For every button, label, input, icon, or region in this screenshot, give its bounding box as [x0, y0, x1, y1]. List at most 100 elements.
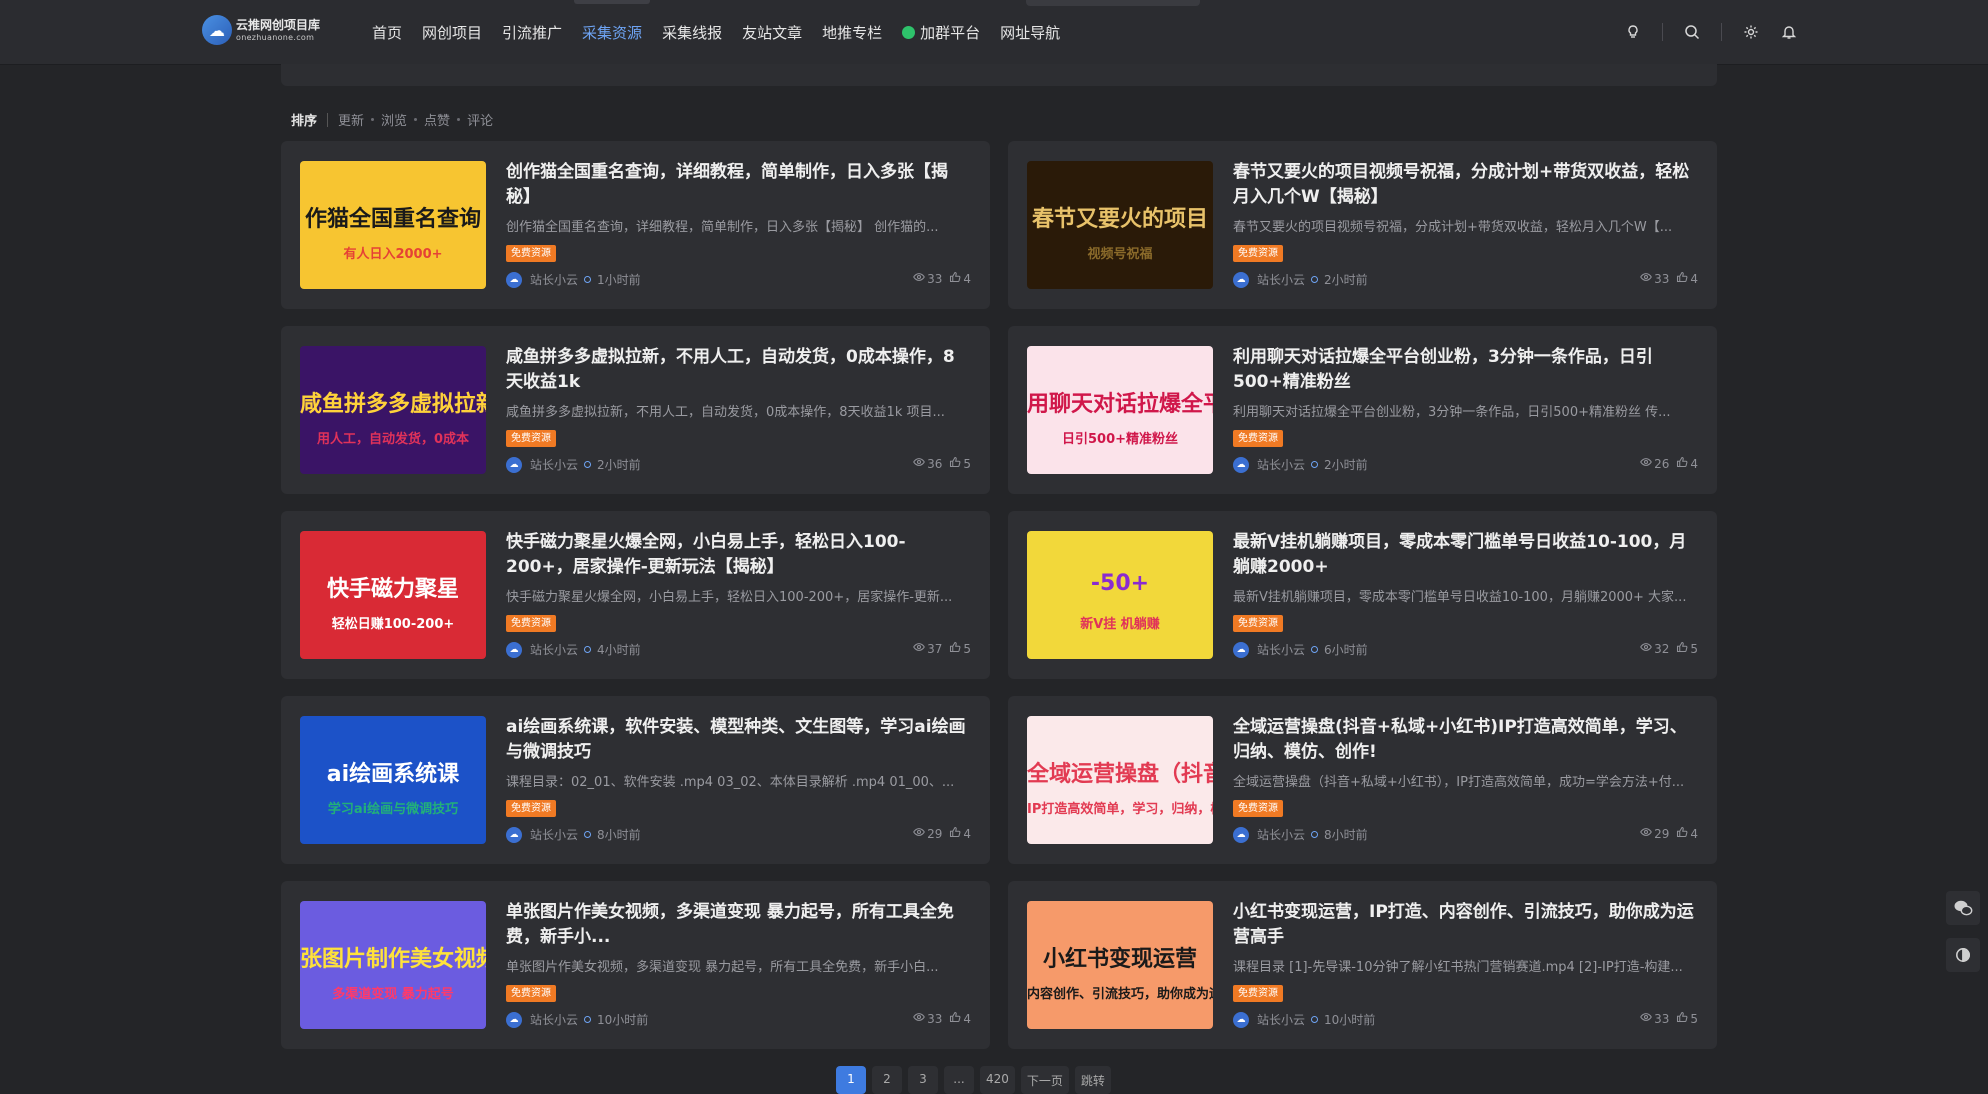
thumbs-up-icon[interactable]: [949, 1011, 961, 1026]
author-name[interactable]: 站长小云: [530, 1011, 578, 1028]
page-button[interactable]: 下一页: [1020, 1066, 1069, 1094]
author-avatar[interactable]: ☁: [1233, 826, 1249, 843]
post-thumbnail[interactable]: 作猫全国重名查询 有人日入2000+: [300, 161, 486, 289]
sort-option-update[interactable]: 更新: [338, 110, 364, 129]
post-card[interactable]: -50+ 新V挂 机躺赚 最新V挂机躺赚项目，零成本零门槛单号日收益10-100…: [1008, 511, 1717, 679]
post-title[interactable]: 最新V挂机躺赚项目，零成本零门槛单号日收益10-100，月躺赚2000+: [1233, 530, 1698, 580]
post-stats: 36 5: [913, 456, 971, 471]
post-title[interactable]: ai绘画系统课，软件安装、模型种类、文生图等，学习ai绘画与微调技巧: [506, 715, 971, 765]
post-card[interactable]: ai绘画系统课 学习ai绘画与微调技巧 ai绘画系统课，软件安装、模型种类、文生…: [281, 696, 990, 864]
search-dropdown-tab[interactable]: [1026, 0, 1200, 6]
thumbs-up-icon[interactable]: [1676, 1011, 1688, 1026]
post-thumbnail[interactable]: 春节又要火的项目 视频号祝福: [1027, 161, 1213, 289]
post-card[interactable]: 春节又要火的项目 视频号祝福 春节又要火的项目视频号祝福，分成计划+带货双收益，…: [1008, 141, 1717, 309]
author-name[interactable]: 站长小云: [1257, 1011, 1305, 1028]
post-card[interactable]: 用聊天对话拉爆全平台创业 日引500+精准粉丝 利用聊天对话拉爆全平台创业粉，3…: [1008, 326, 1717, 494]
post-card[interactable]: 作猫全国重名查询 有人日入2000+ 创作猫全国重名查询，详细教程，简单制作，日…: [281, 141, 990, 309]
category-badge[interactable]: 免费资源: [1233, 800, 1283, 817]
author-avatar[interactable]: ☁: [1233, 641, 1249, 658]
search-icon[interactable]: [1683, 23, 1701, 41]
category-badge[interactable]: 免费资源: [1233, 985, 1283, 1002]
author-avatar[interactable]: ☁: [506, 641, 522, 658]
post-card[interactable]: 全域运营操盘（抖音+私域+小红书） IP打造高效简单，学习，归纳，模仿，创作! …: [1008, 696, 1717, 864]
author-avatar[interactable]: ☁: [1233, 271, 1249, 288]
page-current[interactable]: 1: [836, 1066, 866, 1094]
page-button[interactable]: ...: [944, 1066, 974, 1094]
author-name[interactable]: 站长小云: [530, 826, 578, 843]
thumbs-up-icon[interactable]: [949, 826, 961, 841]
post-title[interactable]: 快手磁力聚星火爆全网，小白易上手，轻松日入100-200+，居家操作-更新玩法【…: [506, 530, 971, 580]
nav-item-4[interactable]: 采集线报: [662, 0, 722, 64]
author-name[interactable]: 站长小云: [1257, 641, 1305, 658]
post-title[interactable]: 利用聊天对话拉爆全平台创业粉，3分钟一条作品，日引500+精准粉丝: [1233, 345, 1698, 395]
site-logo[interactable]: ☁ 云推网创项目库 onezhuanone.com: [202, 15, 320, 45]
theme-icon[interactable]: [1946, 938, 1980, 972]
post-thumbnail[interactable]: 全域运营操盘（抖音+私域+小红书） IP打造高效简单，学习，归纳，模仿，创作!: [1027, 716, 1213, 844]
author-name[interactable]: 站长小云: [1257, 826, 1305, 843]
page-button[interactable]: 3: [908, 1066, 938, 1094]
category-badge[interactable]: 免费资源: [506, 615, 556, 632]
post-thumbnail[interactable]: 张图片制作美女视频 多渠道变现 暴力起号: [300, 901, 486, 1029]
author-avatar[interactable]: ☁: [506, 826, 522, 843]
nav-item-7[interactable]: 加群平台: [902, 0, 980, 64]
page-button[interactable]: 2: [872, 1066, 902, 1094]
wechat-icon[interactable]: [1946, 891, 1980, 925]
post-thumbnail[interactable]: -50+ 新V挂 机躺赚: [1027, 531, 1213, 659]
nav-item-1[interactable]: 网创项目: [422, 0, 482, 64]
thumbs-up-icon[interactable]: [1676, 826, 1688, 841]
author-name[interactable]: 站长小云: [1257, 271, 1305, 288]
post-title[interactable]: 小红书变现运营，IP打造、内容创作、引流技巧，助你成为运营高手: [1233, 900, 1698, 950]
nav-item-6[interactable]: 地推专栏: [822, 0, 882, 64]
thumbs-up-icon[interactable]: [949, 456, 961, 471]
category-badge[interactable]: 免费资源: [506, 800, 556, 817]
post-card[interactable]: 小红书变现运营 内容创作、引流技巧，助你成为运营 小红书变现运营，IP打造、内容…: [1008, 881, 1717, 1049]
post-card[interactable]: 张图片制作美女视频 多渠道变现 暴力起号 单张图片作美女视频，多渠道变现 暴力起…: [281, 881, 990, 1049]
settings-icon[interactable]: [1742, 23, 1760, 41]
author-avatar[interactable]: ☁: [506, 271, 522, 288]
bell-icon[interactable]: [1780, 23, 1798, 41]
post-card[interactable]: 快手磁力聚星 轻松日赚100-200+ 快手磁力聚星火爆全网，小白易上手，轻松日…: [281, 511, 990, 679]
author-name[interactable]: 站长小云: [530, 641, 578, 658]
post-title[interactable]: 单张图片作美女视频，多渠道变现 暴力起号，所有工具全免费，新手小...: [506, 900, 971, 950]
nav-item-5[interactable]: 友站文章: [742, 0, 802, 64]
category-badge[interactable]: 免费资源: [1233, 615, 1283, 632]
thumbs-up-icon[interactable]: [1676, 271, 1688, 286]
category-badge[interactable]: 免费资源: [1233, 245, 1283, 262]
sort-option-views[interactable]: 浏览: [381, 110, 407, 129]
author-avatar[interactable]: ☁: [1233, 1011, 1249, 1028]
post-thumbnail[interactable]: 用聊天对话拉爆全平台创业 日引500+精准粉丝: [1027, 346, 1213, 474]
author-avatar[interactable]: ☁: [506, 1011, 522, 1028]
nav-item-3[interactable]: 采集资源: [574, 0, 651, 64]
author-name[interactable]: 站长小云: [1257, 456, 1305, 473]
post-thumbnail[interactable]: 快手磁力聚星 轻松日赚100-200+: [300, 531, 486, 659]
thumbs-up-icon[interactable]: [949, 271, 961, 286]
post-thumbnail[interactable]: 小红书变现运营 内容创作、引流技巧，助你成为运营: [1027, 901, 1213, 1029]
thumbs-up-icon[interactable]: [949, 641, 961, 656]
post-thumbnail[interactable]: 咸鱼拼多多虚拟拉新 用人工，自动发货，0成本: [300, 346, 486, 474]
author-name[interactable]: 站长小云: [530, 456, 578, 473]
category-badge[interactable]: 免费资源: [506, 430, 556, 447]
category-badge[interactable]: 免费资源: [506, 985, 556, 1002]
post-card[interactable]: 咸鱼拼多多虚拟拉新 用人工，自动发货，0成本 咸鱼拼多多虚拟拉新，不用人工，自动…: [281, 326, 990, 494]
post-title[interactable]: 全域运营操盘(抖音+私域+小红书)IP打造高效简单，学习、归纳、模仿、创作!: [1233, 715, 1698, 765]
thumbs-up-icon[interactable]: [1676, 456, 1688, 471]
bulb-icon[interactable]: [1624, 23, 1642, 41]
category-badge[interactable]: 免费资源: [506, 245, 556, 262]
post-title[interactable]: 春节又要火的项目视频号祝福，分成计划+带货双收益，轻松月入几个W【揭秘】: [1233, 160, 1698, 210]
author-name[interactable]: 站长小云: [530, 271, 578, 288]
sort-option-likes[interactable]: 点赞: [424, 110, 450, 129]
nav-item-label: 采集资源: [582, 23, 643, 42]
post-title[interactable]: 咸鱼拼多多虚拟拉新，不用人工，自动发货，0成本操作，8天收益1k: [506, 345, 971, 395]
sort-option-comments[interactable]: 评论: [467, 110, 493, 129]
author-avatar[interactable]: ☁: [506, 456, 522, 473]
author-avatar[interactable]: ☁: [1233, 456, 1249, 473]
post-title[interactable]: 创作猫全国重名查询，详细教程，简单制作，日入多张【揭秘】: [506, 160, 971, 210]
thumbs-up-icon[interactable]: [1676, 641, 1688, 656]
page-button[interactable]: 跳转: [1074, 1066, 1111, 1094]
category-badge[interactable]: 免费资源: [1233, 430, 1283, 447]
nav-item-2[interactable]: 引流推广: [502, 0, 562, 64]
nav-item-0[interactable]: 首页: [372, 0, 402, 64]
page-button[interactable]: 420: [980, 1066, 1015, 1094]
nav-item-8[interactable]: 网址导航: [1000, 0, 1060, 64]
post-thumbnail[interactable]: ai绘画系统课 学习ai绘画与微调技巧: [300, 716, 486, 844]
